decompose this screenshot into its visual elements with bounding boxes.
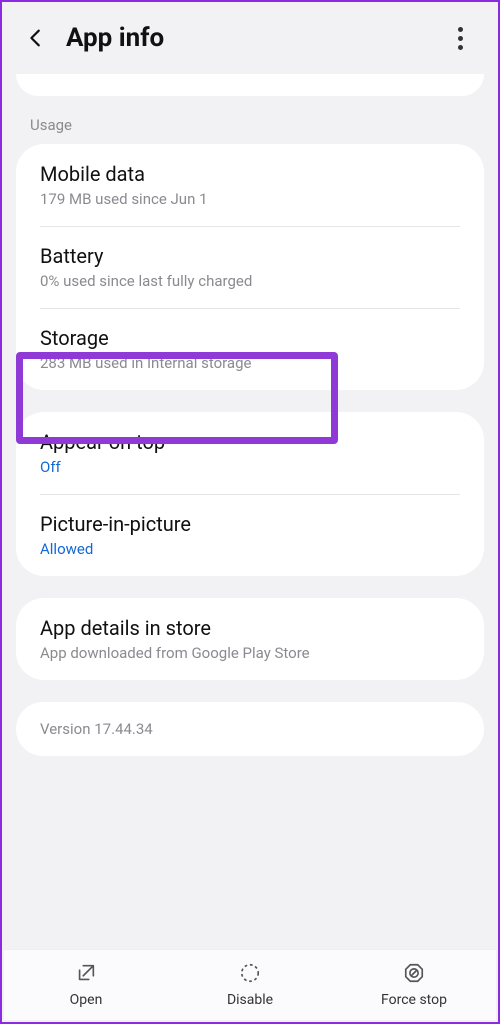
row-title: Picture-in-picture xyxy=(40,512,460,536)
chevron-left-icon xyxy=(25,27,47,49)
disable-button[interactable]: Disable xyxy=(168,960,332,1008)
row-value: Off xyxy=(40,458,460,476)
open-icon xyxy=(73,960,99,986)
row-title: Mobile data xyxy=(40,162,460,186)
disable-icon xyxy=(237,960,263,986)
store-card: App details in store App downloaded from… xyxy=(16,598,484,680)
row-title: App details in store xyxy=(40,616,460,640)
force-stop-button[interactable]: Force stop xyxy=(332,960,496,1008)
row-app-details-in-store[interactable]: App details in store App downloaded from… xyxy=(16,598,484,680)
row-sub: 179 MB used since Jun 1 xyxy=(40,190,460,208)
more-options-button[interactable] xyxy=(442,20,478,56)
open-button[interactable]: Open xyxy=(4,960,168,1008)
row-picture-in-picture[interactable]: Picture-in-picture Allowed xyxy=(16,494,484,576)
row-title: Appear on top xyxy=(40,430,460,454)
force-stop-icon xyxy=(401,960,427,986)
row-version: Version 17.44.34 xyxy=(16,702,484,756)
row-title: Battery xyxy=(40,244,460,268)
row-mobile-data[interactable]: Mobile data 179 MB used since Jun 1 xyxy=(16,144,484,226)
page-title: App info xyxy=(66,23,442,53)
version-text: Version 17.44.34 xyxy=(40,720,460,738)
back-button[interactable] xyxy=(18,20,54,56)
row-sub: 283 MB used in Internal storage xyxy=(40,354,460,372)
header-bar: App info xyxy=(2,2,498,74)
disable-label: Disable xyxy=(227,992,273,1008)
row-storage[interactable]: Storage 283 MB used in Internal storage xyxy=(16,308,484,390)
force-stop-label: Force stop xyxy=(381,992,447,1008)
section-label-usage: Usage xyxy=(2,96,498,144)
row-value: Allowed xyxy=(40,540,460,558)
display-card: Appear on top Off Picture-in-picture All… xyxy=(16,412,484,576)
previous-card-stub xyxy=(16,74,484,96)
row-appear-on-top[interactable]: Appear on top Off xyxy=(16,412,484,494)
row-sub: 0% used since last fully charged xyxy=(40,272,460,290)
open-label: Open xyxy=(70,992,103,1008)
row-battery[interactable]: Battery 0% used since last fully charged xyxy=(16,226,484,308)
usage-card: Mobile data 179 MB used since Jun 1 Batt… xyxy=(16,144,484,390)
row-title: Storage xyxy=(40,326,460,350)
bottom-action-bar: Open Disable Force stop xyxy=(4,949,496,1020)
row-sub: App downloaded from Google Play Store xyxy=(40,644,460,662)
version-card: Version 17.44.34 xyxy=(16,702,484,756)
more-vertical-icon xyxy=(458,25,463,52)
